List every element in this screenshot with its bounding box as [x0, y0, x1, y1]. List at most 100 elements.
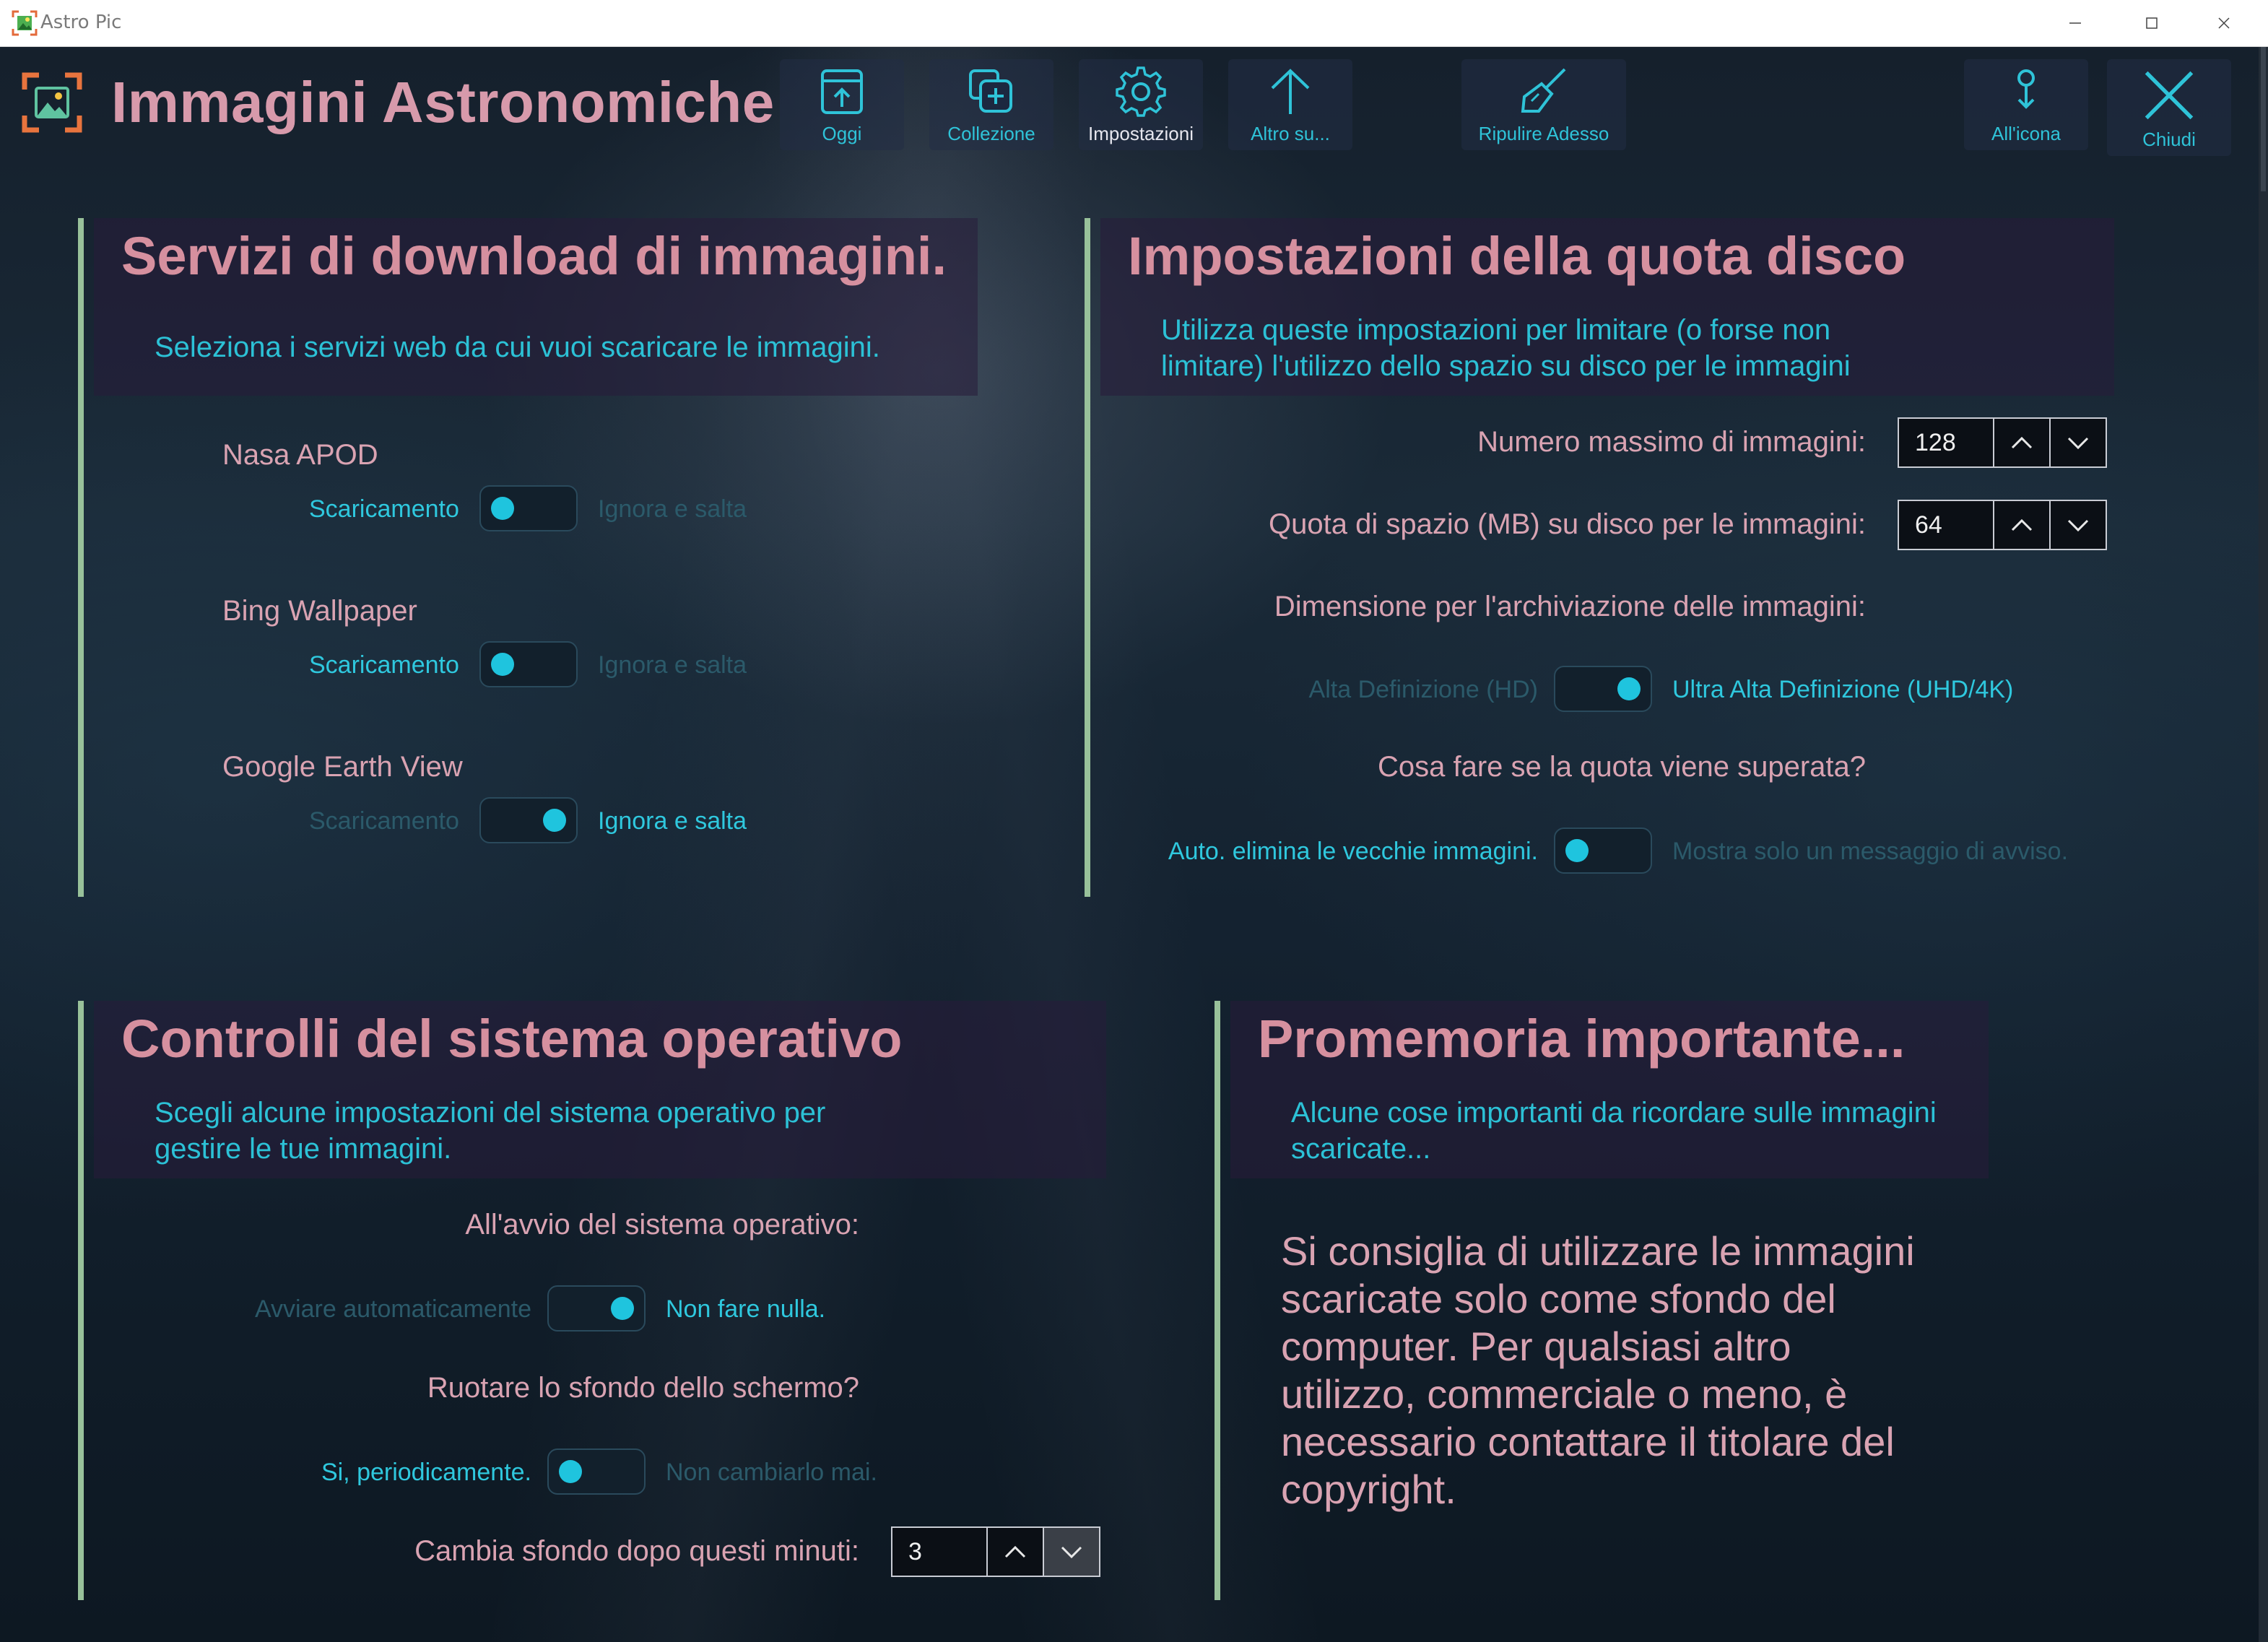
service-on-label: Scaricamento [309, 495, 459, 523]
image-size-label: Dimensione per l'archiviazione delle imm… [1274, 591, 1866, 622]
rotate-wallpaper-toggle[interactable] [547, 1448, 646, 1495]
chevron-up-icon [2011, 436, 2033, 449]
service-on-label: Scaricamento [309, 651, 459, 679]
show-warning-label: Mostra solo un messaggio di avviso. [1672, 838, 2069, 865]
max-images-stepper[interactable]: 128 [1898, 417, 2107, 468]
chevron-up-icon [1004, 1545, 1026, 1558]
periodically-label: Si, periodicamente. [321, 1459, 531, 1486]
os-controls-subtitle-line1: Scegli alcune impostazioni del sistema o… [155, 1097, 826, 1129]
close-window-button[interactable] [2188, 0, 2260, 46]
reminder-subtitle-line1: Alcune cose importanti da ricordare sull… [1291, 1097, 1937, 1129]
auto-delete-label: Auto. elimina le vecchie immagini. [1168, 838, 1538, 865]
close-icon [2218, 17, 2230, 29]
maximize-button[interactable] [2116, 0, 2188, 46]
quota-exceeded-label: Cosa fare se la quota viene superata? [1378, 751, 1866, 783]
toggle-knob [491, 497, 514, 520]
close-app-label: Chiudi [2142, 129, 2196, 150]
section-accent-bar [1085, 218, 1090, 897]
bing-wallpaper-toggle[interactable] [479, 641, 578, 687]
arrow-up-icon [1271, 69, 1310, 114]
reminder-title: Promemoria importante... [1258, 1009, 1906, 1069]
close-app-button[interactable]: Chiudi [2107, 59, 2231, 156]
download-services-title: Servizi di download di immagini. [121, 226, 947, 286]
size-hd-label: Alta Definizione (HD) [1308, 676, 1538, 703]
chevron-up-icon [2011, 518, 2033, 531]
reminder-line: scaricate solo come sfondo del [1281, 1276, 1836, 1321]
maximize-icon [2146, 17, 2158, 29]
toggle-knob [1565, 839, 1589, 862]
disk-quota-subtitle-line2: limitare) l'utilizzo dello spazio su dis… [1161, 350, 1851, 382]
increment-button[interactable] [1993, 501, 2049, 549]
minutes-label: Cambia sfondo dopo questi minuti: [414, 1535, 859, 1567]
scrollbar-thumb[interactable] [2261, 47, 2266, 191]
collection-add-icon [969, 69, 1012, 113]
window-titlebar[interactable]: Astro Pic [0, 0, 2268, 47]
reminder-subtitle-line2: scaricate... [1291, 1133, 1431, 1165]
max-images-label: Numero massimo di immagini: [1477, 426, 1866, 458]
reminder-line: necessario contattare il titolare del [1281, 1419, 1895, 1464]
os-controls-subtitle-line2: gestire le tue immagini. [155, 1133, 452, 1165]
reminder-line: computer. Per qualsiasi altro [1281, 1324, 1791, 1369]
section-accent-bar [1215, 1001, 1220, 1600]
google-earth-view-toggle[interactable] [479, 797, 578, 843]
reminder-line: utilizzo, commerciale o meno, è [1281, 1371, 1848, 1417]
service-name: Google Earth View [222, 751, 463, 783]
to-tray-label: All'icona [1991, 123, 2061, 144]
window-title: Astro Pic [40, 12, 122, 33]
never-change-label: Non cambiarlo mai. [666, 1459, 877, 1486]
scrollbar[interactable] [2259, 47, 2268, 1642]
service-name: Nasa APOD [222, 439, 378, 471]
page-title: Immagini Astronomiche [111, 70, 775, 134]
collection-button[interactable]: Collezione [929, 59, 1053, 150]
disk-quota-title: Impostazioni della quota disco [1128, 226, 1906, 286]
startup-toggle[interactable] [547, 1285, 646, 1332]
nasa-apod-toggle[interactable] [479, 485, 578, 531]
today-button[interactable]: Oggi [780, 59, 904, 150]
settings-label: Impostazioni [1088, 123, 1194, 144]
chevron-down-icon [2067, 519, 2089, 532]
size-uhd-label: Ultra Alta Definizione (UHD/4K) [1672, 676, 2014, 703]
increment-button[interactable] [986, 1528, 1043, 1576]
reminder-line: copyright. [1281, 1467, 1456, 1512]
toggle-knob [559, 1460, 582, 1483]
increment-button[interactable] [1993, 419, 2049, 466]
minimize-button[interactable] [2039, 0, 2111, 46]
settings-button[interactable]: Impostazioni [1079, 59, 1203, 150]
quota-stepper[interactable]: 64 [1898, 500, 2107, 550]
service-name: Bing Wallpaper [222, 595, 417, 627]
chevron-down-icon [1061, 1546, 1082, 1559]
disk-quota-subtitle-line1: Utilizza queste impostazioni per limitar… [1161, 314, 1831, 346]
decrement-button[interactable] [2049, 501, 2106, 549]
quota-exceeded-toggle[interactable] [1554, 827, 1652, 874]
today-label: Oggi [822, 123, 862, 144]
service-off-label: Ignora e salta [598, 495, 747, 523]
to-tray-button[interactable]: All'icona [1964, 59, 2088, 150]
toggle-knob [1617, 677, 1641, 700]
pin-icon [2017, 69, 2035, 109]
service-off-label: Ignora e salta [598, 651, 747, 679]
image-size-toggle[interactable] [1554, 666, 1652, 712]
clean-now-button[interactable]: Ripulire Adesso [1461, 59, 1626, 150]
close-icon [2145, 71, 2194, 120]
service-on-label: Scaricamento [309, 807, 459, 835]
section-accent-bar [78, 218, 84, 897]
broom-icon [1521, 68, 1566, 113]
toggle-knob [543, 809, 566, 832]
decrement-button[interactable] [1043, 1528, 1099, 1576]
max-images-value[interactable]: 128 [1899, 419, 1993, 466]
reminder-body: Si consiglia di utilizzare le immagini s… [1281, 1228, 1915, 1513]
chevron-down-icon [2067, 437, 2089, 450]
decrement-button[interactable] [2049, 419, 2106, 466]
minutes-stepper[interactable]: 3 [891, 1526, 1100, 1577]
gear-icon [1116, 66, 1166, 117]
more-about-button[interactable]: Altro su... [1228, 59, 1352, 150]
minutes-value[interactable]: 3 [892, 1528, 986, 1576]
today-icon [821, 69, 863, 114]
service-off-label: Ignora e salta [598, 807, 747, 835]
collection-label: Collezione [947, 123, 1035, 144]
quota-label: Quota di spazio (MB) su disco per le imm… [1269, 508, 1866, 540]
app-logo-icon [22, 72, 82, 133]
quota-value[interactable]: 64 [1899, 501, 1993, 549]
do-nothing-label: Non fare nulla. [666, 1295, 826, 1323]
download-services-subtitle: Seleziona i servizi web da cui vuoi scar… [155, 331, 880, 363]
